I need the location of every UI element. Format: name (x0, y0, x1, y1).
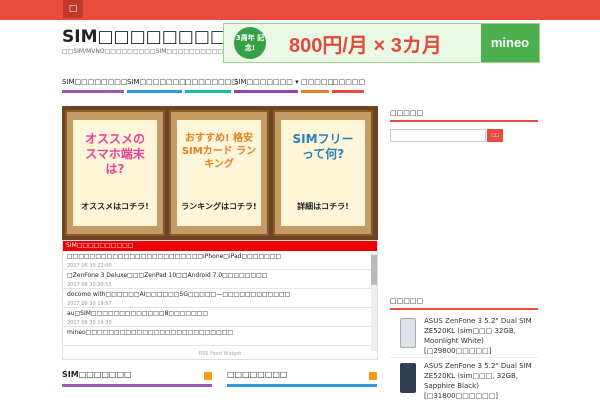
nav-underline (234, 90, 298, 93)
news-item[interactable]: docomo with□□□□□□AI□□□□□□5G□□□□□—□□□□□□□… (63, 289, 373, 308)
news-date: 2017 06 30 20:55 (67, 282, 112, 288)
nav-label: □□□□□ (332, 78, 366, 86)
phone-image[interactable] (400, 318, 416, 348)
nav-item-6[interactable]: □□□□□ (332, 73, 366, 93)
widget-title[interactable]: SIM□□□□□□□ (62, 370, 212, 379)
nav-label: SIM□□□□□□□ ▾ (234, 78, 299, 86)
scrollbar-thumb[interactable] (371, 255, 377, 285)
nav-underline (185, 90, 231, 93)
nav-label: □□□□□□□□ (185, 78, 238, 86)
card-title: おすすめ! 格安SIMカード ランキング (181, 133, 257, 170)
rss-icon[interactable] (369, 372, 377, 380)
widget-news: □□□□□□□□ (227, 370, 377, 387)
hero-cards: オススメの スマホ端末は? オススメはコチラ! おすすめ! 格安SIMカード ラ… (62, 106, 378, 240)
sidebar-rule (390, 120, 538, 122)
card-title: SIMフリー って何? (292, 132, 354, 161)
main-nav: SIM□□□□□□□□ SIM□□□□□□□ □□□□□□□□ SIM□□□□□… (62, 73, 542, 95)
nav-underline (127, 90, 182, 93)
product-name[interactable]: ASUS ZenFone 3 5.2" Dual SIM ZE520KL (si… (424, 316, 538, 356)
news-list: □□□□□□□□□□□□□□□□□□□□□□□□iPhone□iPad□□□□□… (63, 251, 373, 351)
nav-item-3[interactable]: □□□□□□□□ (185, 73, 238, 93)
banner-price: 800円/月 × 3カ月 (289, 35, 442, 57)
anniversary-badge: 3周年 記念! (234, 27, 266, 59)
product-item[interactable]: ASUS ZenFone 3 5.2" Dual SIM ZE520KL (si… (390, 312, 538, 358)
news-scrollbar[interactable] (371, 251, 377, 351)
nav-label: □□□□□ (301, 78, 335, 86)
news-widget: SIM□□□□□□□□□□ □□□□□□□□□□□□□□□□□□□□□□□□iP… (62, 240, 378, 360)
nav-item-4-dropdown[interactable]: SIM□□□□□□□ ▾ (234, 73, 299, 93)
card-subtitle: 詳細はコチラ! (297, 202, 349, 211)
card-title: オススメの スマホ端末は? (84, 132, 145, 176)
recommended-phones-card[interactable]: オススメの スマホ端末は? オススメはコチラ! (65, 110, 165, 236)
nav-underline (301, 90, 329, 93)
search-input[interactable] (390, 129, 486, 142)
mineo-logo: mineo (481, 24, 539, 62)
card-paper: SIMフリー って何? 詳細はコチラ! (281, 120, 365, 226)
product-name[interactable]: ASUS ZenFone 3 5.2" Dual SIM ZE520KL (si… (424, 361, 538, 400)
sidebar-rule (390, 308, 538, 310)
nav-item-1[interactable]: SIM□□□□□□□□ (62, 73, 128, 93)
card-subtitle: ランキングはコチラ! (181, 202, 257, 211)
search-button[interactable]: □□ (487, 129, 503, 142)
news-title[interactable]: au□SIM□□□□□□□□□□□□□8□□□□□□□ (67, 310, 369, 317)
news-title[interactable]: □□□□□□□□□□□□□□□□□□□□□□□□iPhone□iPad□□□□□… (67, 253, 369, 260)
nav-label: SIM□□□□□□□ (127, 78, 186, 86)
widget-underline (227, 384, 377, 387)
nav-item-2[interactable]: SIM□□□□□□□ (127, 73, 186, 93)
rss-feed-credit[interactable]: RSS Feed Widget (63, 349, 377, 359)
news-item[interactable]: mineo□□□□□□□□□□□□□□□□□□□□□□□□□□ (63, 327, 373, 346)
sim-free-card[interactable]: SIMフリー って何? 詳細はコチラ! (273, 110, 373, 236)
sim-ranking-card[interactable]: おすすめ! 格安SIMカード ランキング ランキングはコチラ! (169, 110, 269, 236)
card-paper: おすすめ! 格安SIMカード ランキング ランキングはコチラ! (177, 120, 261, 226)
site-tagline: □□SIM/MVNO□□□□□□□□□SIM□□□□□□□□□□□□□ (62, 48, 241, 55)
news-item[interactable]: □ZenFone 3 Deluxe□□□ZenPad 10□□Android 7… (63, 270, 373, 289)
home-tab-icon[interactable]: □ (63, 0, 83, 18)
widget-underline (62, 384, 212, 387)
card-paper: オススメの スマホ端末は? オススメはコチラ! (73, 120, 157, 226)
product-item[interactable]: ASUS ZenFone 3 5.2" Dual SIM ZE520KL (si… (390, 357, 538, 400)
widget-sim: SIM□□□□□□□ (62, 370, 212, 387)
nav-label: SIM□□□□□□□□ (62, 78, 128, 86)
card-subtitle: オススメはコチラ! (81, 202, 149, 211)
widget-title[interactable]: □□□□□□□□ (227, 370, 377, 379)
news-title[interactable]: docomo with□□□□□□AI□□□□□□5G□□□□□—□□□□□□□… (67, 291, 369, 298)
news-title[interactable]: mineo□□□□□□□□□□□□□□□□□□□□□□□□□□ (67, 329, 369, 336)
top-bar: □ (0, 0, 600, 20)
phone-image[interactable] (400, 363, 416, 393)
news-item[interactable]: □□□□□□□□□□□□□□□□□□□□□□□□iPhone□iPad□□□□□… (63, 251, 373, 270)
mineo-banner[interactable]: 3周年 記念! 800円/月 × 3カ月 mineo (223, 23, 540, 63)
rss-icon[interactable] (204, 372, 212, 380)
search-widget-title: □□□□□ (390, 109, 424, 117)
nav-underline (332, 90, 364, 93)
news-date: 2017 06 30 19:57 (67, 301, 112, 307)
site-title[interactable]: SIM□□□□□□□□□ (62, 27, 242, 47)
news-title[interactable]: □ZenFone 3 Deluxe□□□ZenPad 10□□Android 7… (67, 272, 369, 279)
news-item[interactable]: au□SIM□□□□□□□□□□□□□8□□□□□□□ 2017 06 30 1… (63, 308, 373, 327)
news-header: SIM□□□□□□□□□□ (63, 241, 377, 251)
news-date: 2017 06 30 19:30 (67, 320, 112, 326)
news-date: 2017 06 30 22:00 (67, 263, 112, 269)
nav-underline (62, 90, 124, 93)
products-widget-title: □□□□□ (390, 297, 424, 305)
nav-item-5[interactable]: □□□□□ (301, 73, 334, 93)
